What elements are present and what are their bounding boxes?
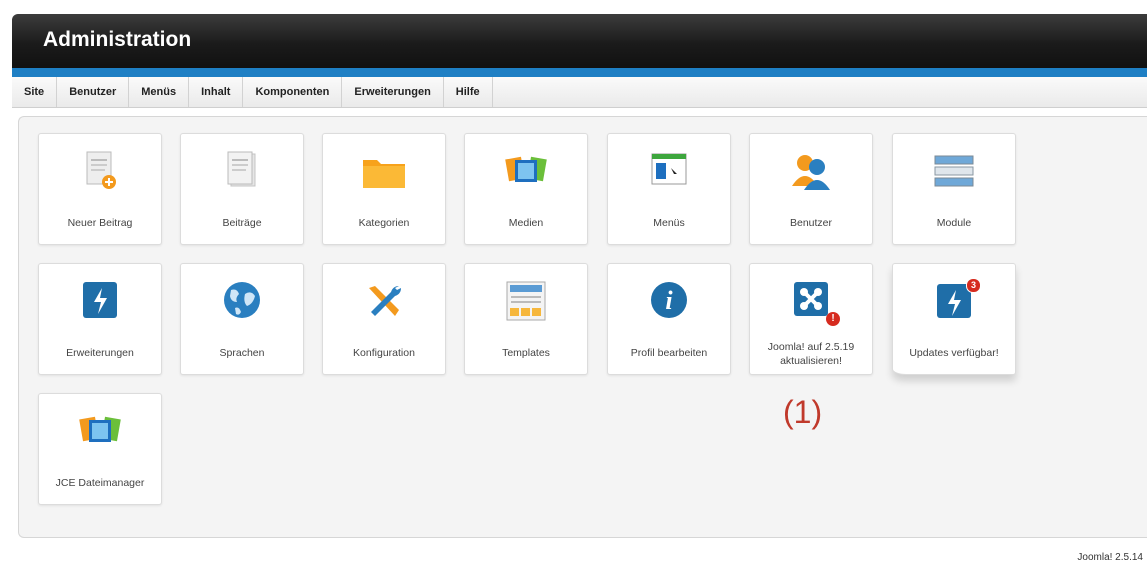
media-icon [501,150,551,194]
tile-label: Beiträge [222,217,262,229]
tile-edit-profile[interactable]: i Profil bearbeiten [607,263,731,375]
alert-badge: ! [826,312,840,326]
menu-benutzer[interactable]: Benutzer [57,77,130,107]
tile-label: Templates [502,347,550,359]
tile-articles[interactable]: Beiträge [180,133,304,245]
tile-label: Konfiguration [353,347,415,359]
tile-label: Profil bearbeiten [630,347,708,359]
header-accent-bar [12,68,1147,77]
tile-categories[interactable]: Kategorien [322,133,446,245]
tile-menus[interactable]: Menüs [607,133,731,245]
tile-media[interactable]: Medien [464,133,588,245]
tile-modules[interactable]: Module [892,133,1016,245]
admin-header: Administration [12,14,1147,68]
tile-label: Benutzer [789,217,833,229]
jce-filemanager-icon [75,410,125,454]
articles-icon [217,150,267,194]
tile-extensions[interactable]: Erweiterungen [38,263,162,375]
menu-site[interactable]: Site [12,77,58,107]
tile-label: Kategorien [358,217,410,229]
menu-inhalt[interactable]: Inhalt [189,77,244,107]
tile-updates-available[interactable]: 3 Updates verfügbar! [892,263,1016,375]
tile-new-article[interactable]: Neuer Beitrag [38,133,162,245]
menu-erweiterungen[interactable]: Erweiterungen [342,77,444,107]
tile-label: Joomla! auf 2.5.19 aktualisieren! [767,341,855,367]
tile-label: Updates verfügbar! [909,347,999,359]
new-article-icon [75,150,125,194]
main-menu: Site Benutzer Menüs Inhalt Komponenten E… [12,77,1147,108]
tile-label: JCE Dateimanager [55,477,145,489]
tile-languages[interactable]: Sprachen [180,263,304,375]
menu-menus[interactable]: Menüs [129,77,190,107]
tile-templates[interactable]: Templates [464,263,588,375]
menu-komponenten[interactable]: Komponenten [243,77,343,107]
tile-label: Medien [508,217,544,229]
tile-configuration[interactable]: Konfiguration [322,263,446,375]
tile-label: Neuer Beitrag [67,217,133,229]
update-count-badge: 3 [966,278,981,293]
tile-label: Menüs [653,217,685,229]
annotation-marker: (1) [783,394,823,430]
templates-icon [501,280,551,324]
users-icon [786,150,836,194]
tile-jce-filemanager[interactable]: JCE Dateimanager [38,393,162,505]
tile-joomla-update[interactable]: ! Joomla! auf 2.5.19 aktualisieren! [749,263,873,375]
svg-text:i: i [665,286,673,315]
tile-users[interactable]: Benutzer [749,133,873,245]
info-icon: i [644,280,694,324]
version-label: Joomla! 2.5.14 [1077,552,1143,563]
tile-label: Module [936,217,972,229]
tile-label: Erweiterungen [66,347,134,359]
globe-icon [217,280,267,324]
extensions-icon [75,280,125,324]
tools-icon [359,280,409,324]
page-title: Administration [43,28,192,51]
tile-label: Sprachen [219,347,265,359]
menu-icon [644,150,694,194]
menu-hilfe[interactable]: Hilfe [444,77,493,107]
modules-icon [929,150,979,194]
folder-icon [359,150,409,194]
